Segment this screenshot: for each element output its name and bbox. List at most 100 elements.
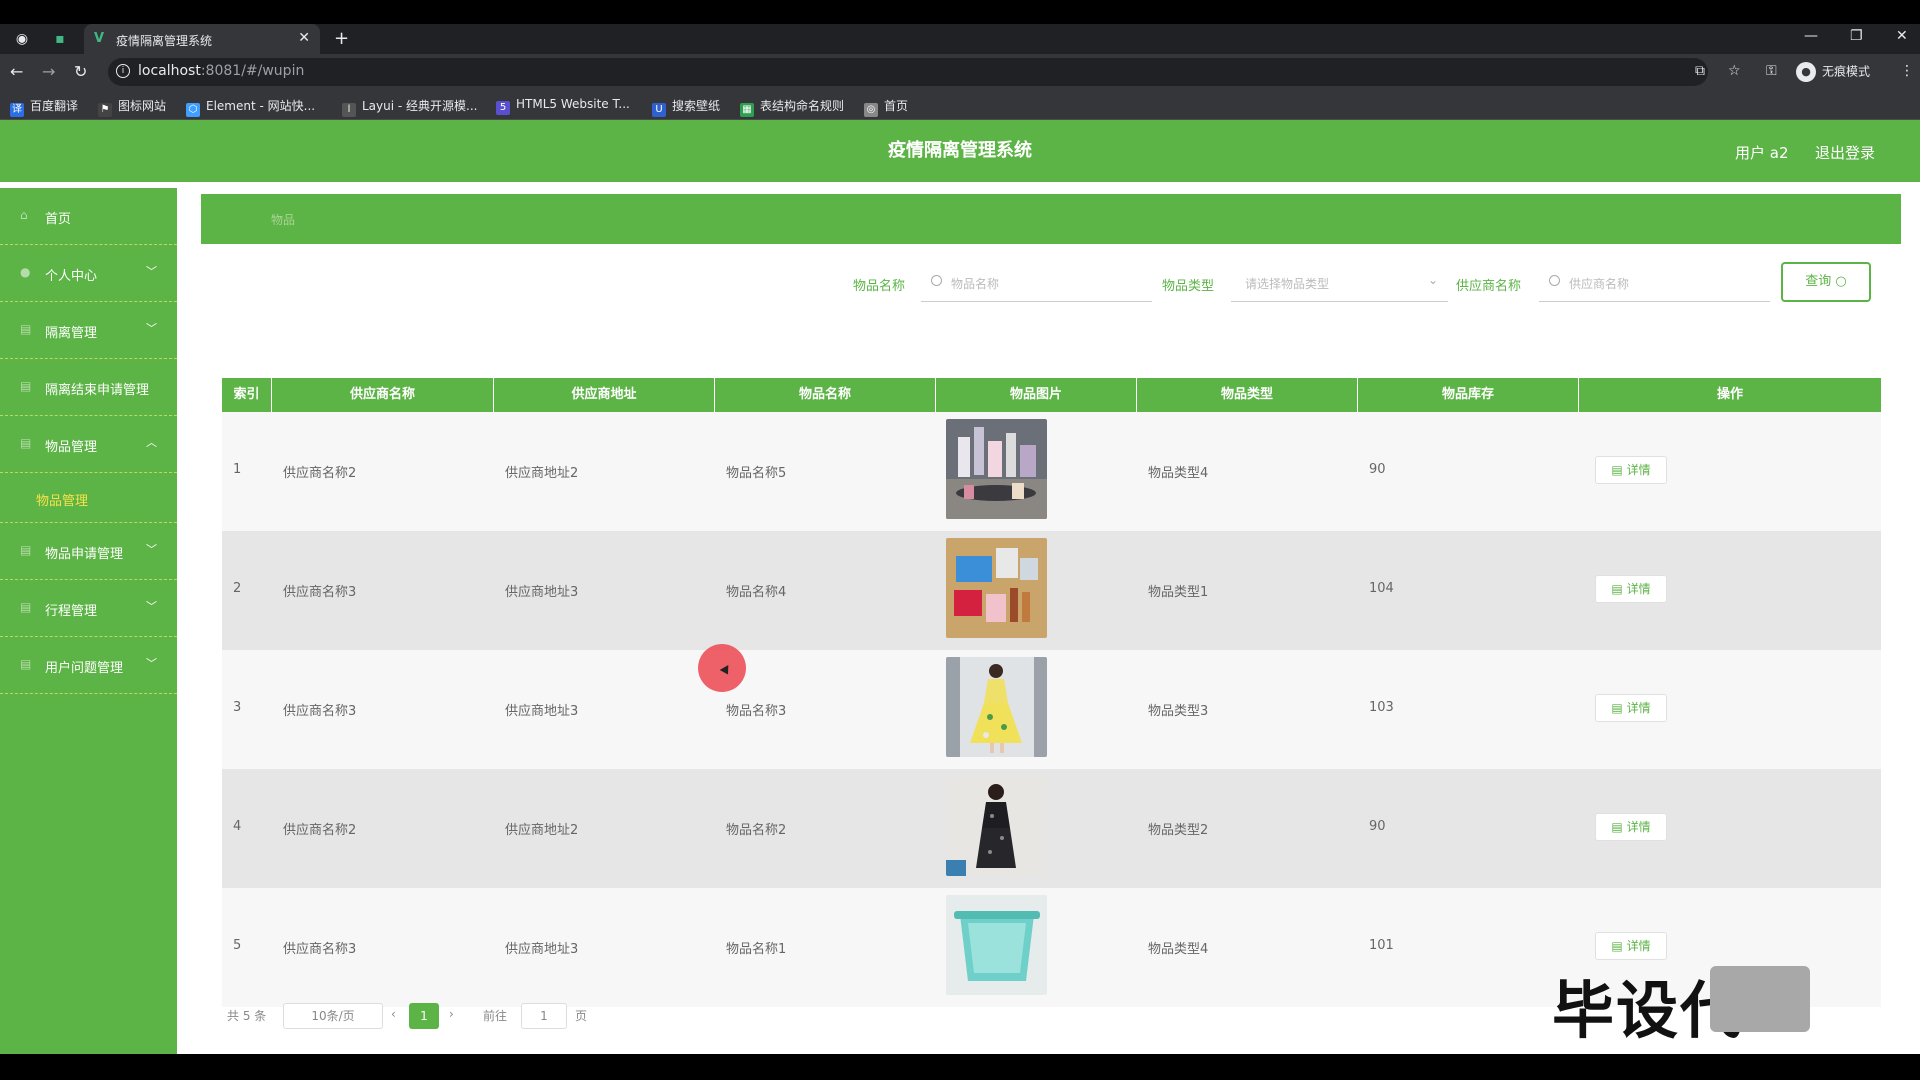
bookmark-4[interactable]: 5 HTML5 Website T... [496,97,630,115]
page-number[interactable]: 1 [409,1003,439,1029]
chevron-down-icon: ⌄ [1427,273,1438,287]
detail-button[interactable]: ▤ 详情 [1595,932,1667,960]
sidebar-item-quarantine[interactable]: ▤ 隔离管理 ﹀ [0,302,177,359]
key-icon[interactable]: ⚿ [1766,63,1777,79]
bookmark-7[interactable]: ◎ 首页 [864,97,908,117]
sidebar-item-home[interactable]: ⌂ 首页 [0,188,177,245]
chevron-down-icon: ﹀ [146,600,157,613]
minimize-icon[interactable]: — [1804,28,1818,44]
black-dress-photo[interactable] [946,776,1047,876]
chevron-up-icon: ︿ [146,436,157,449]
app-title: 疫情隔离管理系统 [888,140,1032,161]
bookmark-star-icon[interactable]: ☆ [1728,63,1741,79]
logout-link[interactable]: 退出登录 [1815,142,1875,163]
sidebar-item-quarantine-end[interactable]: ▤ 隔离结束申请管理 [0,359,177,416]
tab-close-icon[interactable]: ✕ [298,30,310,46]
detail-button[interactable]: ▤ 详情 [1595,813,1667,841]
flag-icon: ⚑ [98,103,112,117]
bookmark-1[interactable]: ⚑ 图标网站 [98,97,166,117]
sidebar-item-goods-apply[interactable]: ▤ 物品申请管理 ﹀ [0,523,177,580]
chevron-down-icon: ﹀ [146,543,157,556]
browser-tab-strip: ◉ ▪ V 疫情隔离管理系统 ✕ + — ❐ ✕ [0,24,1920,54]
tab-title: 疫情隔离管理系统 [116,34,213,48]
table-header: 索引 供应商名称 供应商地址 物品名称 物品图片 物品类型 物品库存 操作 [222,378,1881,412]
query-button[interactable]: 查询 ○ [1781,262,1871,302]
page-size-select[interactable]: 10条/页 [283,1003,383,1029]
goods-table: 索引 供应商名称 供应商地址 物品名称 物品图片 物品类型 物品库存 操作 1 … [222,378,1881,1007]
column-header: 供应商地址 [494,378,715,412]
window-close-icon[interactable]: ✕ [1896,28,1908,44]
user-icon: ● [20,265,31,279]
reload-icon[interactable]: ↻ [74,62,87,81]
translate-icon[interactable]: ⧉ [1695,63,1705,79]
chevron-down-icon: ﹀ [146,322,157,335]
column-header: 供应商名称 [272,378,494,412]
column-header: 索引 [222,378,272,412]
sidebar-item-itinerary[interactable]: ▤ 行程管理 ﹀ [0,580,177,637]
screen: ◉ ▪ V 疫情隔离管理系统 ✕ + — ❐ ✕ ← → ↻ i localho… [0,0,1920,1080]
incognito-indicator[interactable]: ● 无痕模式 [1796,62,1870,82]
products-photo[interactable] [946,538,1047,638]
column-header: 物品库存 [1358,378,1579,412]
document-icon: ▤ [1611,582,1623,596]
restore-icon[interactable]: ❐ [1850,28,1863,44]
address-bar[interactable]: i localhost:8081/#/wupin [108,58,1708,86]
goto-page-input[interactable]: 1 [521,1003,567,1029]
type-select[interactable]: 请选择物品类型 ⌄ [1231,262,1448,302]
sidebar-item-profile[interactable]: ● 个人中心 ﹀ [0,245,177,302]
page-unit-label: 页 [575,1009,588,1023]
table-row: 4 供应商名称2 供应商地址2 物品名称2 物品类型2 90 ▤ 详情 [222,769,1881,888]
bookmark-2[interactable]: ⬡ Element - 网站快... [186,97,315,117]
watermark-blur [1710,966,1810,1032]
layui-icon: l [342,103,356,117]
search-icon: ○ [1835,274,1847,289]
kebab-menu-icon[interactable]: ⋮ [1900,63,1914,79]
sidebar-item-user-issues[interactable]: ▤ 用户问题管理 ﹀ [0,637,177,694]
column-header: 物品图片 [936,378,1137,412]
document-icon: ▤ [1611,820,1623,834]
next-page-icon[interactable]: › [449,1007,454,1021]
breadcrumb[interactable]: 物品 [271,211,295,228]
app: 疫情隔离管理系统 用户 a2 退出登录 ⌂ 首页 ● 个人中心 ﹀ ▤ 隔离管理… [0,120,1920,1054]
sheet-icon: ▦ [740,103,754,117]
bookmark-6[interactable]: ▦ 表结构命名规则 [740,97,844,117]
document-icon: ▤ [1611,463,1623,477]
site-info-icon[interactable]: i [116,64,130,78]
prev-page-icon[interactable]: ‹ [391,1007,396,1021]
main-content: 物品 物品名称 物品名称 物品类型 请选择物品类型 ⌄ 供应商名称 供应商名称 [177,188,1920,1054]
element-icon: ⬡ [186,103,200,117]
table-row: 3 供应商名称3 供应商地址3 物品名称3 物品类型3 103 ▤ 详情 [222,650,1881,769]
search-icon [931,275,942,286]
new-tab-icon[interactable]: + [334,28,349,49]
detail-button[interactable]: ▤ 详情 [1595,694,1667,722]
html5-icon: 5 [496,101,510,115]
detail-button[interactable]: ▤ 详情 [1595,575,1667,603]
table-row: 2 供应商名称3 供应商地址3 物品名称4 物品类型1 104 ▤ 详情 [222,531,1881,650]
detail-button[interactable]: ▤ 详情 [1595,456,1667,484]
back-icon[interactable]: ← [10,62,23,81]
browser-tab[interactable]: V 疫情隔离管理系统 ✕ [84,24,320,54]
bookmark-3[interactable]: l Layui - 经典开源模... [342,97,477,117]
sidebar-item-goods[interactable]: ▤ 物品管理 ︿ [0,416,177,473]
yellow-dress-photo[interactable] [946,657,1047,757]
supplier-label: 供应商名称 [1456,279,1522,294]
teal-box-photo[interactable] [946,895,1047,995]
name-search-input[interactable]: 物品名称 [921,262,1152,302]
supplier-search-input[interactable]: 供应商名称 [1539,262,1770,302]
cosmetics-photo[interactable] [946,419,1047,519]
pinned-tab-icon[interactable]: ▪ [50,29,70,49]
type-label: 物品类型 [1162,279,1215,294]
globe-icon[interactable]: ◉ [12,29,32,49]
document-icon: ▤ [1611,939,1623,953]
bookmark-0[interactable]: 译百度翻译 [10,97,78,117]
search-form: 物品名称 物品名称 物品类型 请选择物品类型 ⌄ 供应商名称 供应商名称 查询 … [177,262,1920,302]
sidebar-subitem-goods[interactable]: 物品管理 [0,473,177,523]
url-text: localhost:8081/#/wupin [138,63,305,79]
menu-icon: ▤ [20,657,32,671]
menu-icon: ▤ [20,322,32,336]
forward-icon[interactable]: → [42,62,55,81]
chevron-down-icon: ﹀ [146,657,157,670]
app-header: 疫情隔离管理系统 用户 a2 退出登录 [0,120,1920,182]
globe-icon: ◎ [864,103,878,117]
bookmark-5[interactable]: U 搜索壁纸 [652,97,720,117]
